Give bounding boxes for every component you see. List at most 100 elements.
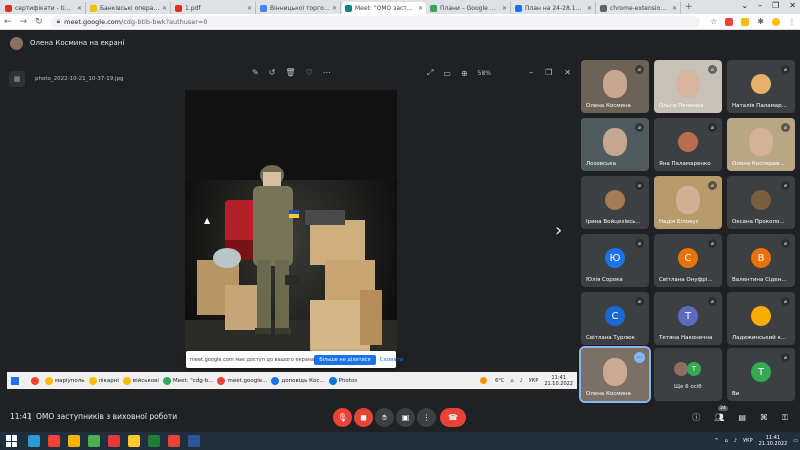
- browser-tab[interactable]: 1.pdf ✕: [172, 2, 256, 14]
- chat-icon[interactable]: ▤: [738, 413, 746, 422]
- mic-off-icon: ⌀: [781, 65, 790, 74]
- extension-icon[interactable]: [741, 17, 750, 26]
- star-icon[interactable]: ☆: [710, 17, 717, 26]
- notifications-icon[interactable]: ▭: [793, 438, 798, 444]
- host-controls-icon[interactable]: ⚿: [782, 413, 788, 423]
- stop-sharing-button[interactable]: Більше не ділитися: [314, 354, 376, 365]
- close-tab-icon[interactable]: ✕: [418, 5, 423, 12]
- participant-tile[interactable]: Надія Біловус ⌀: [654, 176, 722, 229]
- taskbar-app-icon[interactable]: [148, 435, 160, 447]
- address-bar[interactable]: 🔒︎ meet.google.com /cdg-btib-bwk?authuse…: [50, 15, 701, 28]
- zoom-icon[interactable]: ⊕: [461, 69, 468, 78]
- participant-tile[interactable]: Ладижинський к... ⌀: [727, 292, 795, 345]
- participant-tile[interactable]: Т Тетяна Наконечна ⌀: [654, 292, 722, 345]
- participant-tile[interactable]: Лозовська ⌀: [581, 118, 649, 171]
- taskbar-app-icon[interactable]: [68, 435, 80, 447]
- participant-tile[interactable]: В Валентина Сіден... ⌀: [727, 234, 795, 287]
- browser-tab[interactable]: Meet: "ОМО заступн ✕: [342, 2, 426, 14]
- participant-tile[interactable]: Ю Юлія Сорока ⌀: [581, 234, 649, 287]
- system-clock[interactable]: 11:41 21.10.2022: [759, 435, 788, 447]
- extension-icon[interactable]: [725, 17, 734, 26]
- camera-off-button[interactable]: ◼: [354, 408, 373, 427]
- new-tab-button[interactable]: +: [685, 2, 693, 12]
- participant-tile[interactable]: С Світлана Турлюк ⌀: [581, 292, 649, 345]
- taskbar-app-icon[interactable]: [48, 435, 60, 447]
- participant-tile[interactable]: Ольга Печенюк ⌀: [654, 60, 722, 113]
- participant-tile[interactable]: Ірина Войцехівсь... ⌀: [581, 176, 649, 229]
- browser-tab[interactable]: сертифікати - timoshenk✕: [2, 2, 86, 14]
- raise-hand-button[interactable]: ✋︎: [375, 408, 394, 427]
- profile-avatar[interactable]: [772, 17, 780, 26]
- edit-icon[interactable]: ✎: [252, 68, 259, 77]
- taskbar-app-icon[interactable]: [108, 435, 120, 447]
- browser-tab[interactable]: План на 24-28.10.2022 -✕: [512, 2, 596, 14]
- browser-tab[interactable]: Банківські операції ФБС✕: [87, 2, 171, 14]
- participant-tile[interactable]: Олена Космина ⌀: [581, 60, 649, 113]
- gallery-icon[interactable]: ▦: [9, 71, 25, 87]
- participant-tile[interactable]: Олена Косперев... ⌀: [727, 118, 795, 171]
- delete-icon[interactable]: 🗑︎: [285, 68, 295, 77]
- more-options-button[interactable]: ⋮: [417, 408, 436, 427]
- browser-tab[interactable]: chrome-extension://appc✕: [597, 2, 681, 14]
- forward-icon[interactable]: →: [20, 17, 28, 27]
- participant-tile[interactable]: Т Ви ⌀: [727, 348, 795, 401]
- next-photo-icon[interactable]: ›: [555, 220, 562, 241]
- close-tab-icon[interactable]: ✕: [162, 5, 167, 12]
- present-button[interactable]: ▣: [396, 408, 415, 427]
- participant-name: Ви: [732, 391, 740, 397]
- close-tab-icon[interactable]: ✕: [247, 5, 252, 12]
- participant-tile[interactable]: Яна Паламаренко ⌀: [654, 118, 722, 171]
- activities-icon[interactable]: ⌘: [760, 413, 768, 422]
- language-indicator[interactable]: УКР: [743, 438, 753, 444]
- tab-search-icon[interactable]: ⌄: [741, 1, 748, 10]
- chevron-up-icon[interactable]: ^: [714, 438, 718, 444]
- close-icon[interactable]: ✕: [564, 68, 571, 77]
- minimize-icon[interactable]: –: [758, 1, 762, 10]
- taskbar-app-icon[interactable]: [188, 435, 200, 447]
- taskbar-app-icon[interactable]: [28, 435, 40, 447]
- tile-options-icon[interactable]: ⋯: [634, 352, 645, 363]
- people-button[interactable]: 👥︎ 24: [714, 406, 728, 422]
- participant-tile[interactable]: Наталія Паламар... ⌀: [727, 60, 795, 113]
- close-tab-icon[interactable]: ✕: [587, 5, 592, 12]
- taskbar-app-icon[interactable]: [88, 435, 100, 447]
- minimize-icon[interactable]: –: [529, 68, 533, 77]
- taskbar-app-icon[interactable]: [168, 435, 180, 447]
- network-icon[interactable]: ⌂: [725, 438, 728, 444]
- browser-tab[interactable]: Плани – Google Диск ✕: [427, 2, 511, 14]
- close-tab-icon[interactable]: ✕: [502, 5, 507, 12]
- participant-name: Оксана Прокопо...: [732, 219, 785, 225]
- volume-icon[interactable]: ♪: [734, 438, 737, 444]
- reload-icon[interactable]: ↻: [35, 17, 43, 27]
- rotate-icon[interactable]: ↺: [269, 68, 276, 77]
- windows-start-button[interactable]: [6, 435, 18, 447]
- restore-icon[interactable]: ❐: [545, 68, 552, 77]
- fullscreen-icon[interactable]: ⤢: [427, 68, 433, 78]
- participant-tile[interactable]: Т Ще 6 осіб: [654, 348, 722, 401]
- tab-title: Вінницької торговельно: [270, 4, 330, 12]
- app-icon: [328, 376, 337, 385]
- shared-taskbar-label: Meet: "cdg-b...: [172, 377, 214, 384]
- leave-call-button[interactable]: ☎︎: [440, 408, 466, 427]
- menu-icon[interactable]: ⋮: [788, 17, 796, 26]
- participant-tile[interactable]: Олена Космина ⋯: [579, 346, 651, 403]
- mic-off-button[interactable]: 🎙︎: [333, 408, 352, 427]
- close-window-icon[interactable]: ✕: [789, 1, 796, 10]
- browser-tab[interactable]: Вінницької торговельно✕: [257, 2, 341, 14]
- heart-icon[interactable]: ♡: [306, 68, 313, 77]
- info-icon[interactable]: ⓘ: [692, 412, 700, 423]
- puzzle-icon[interactable]: ✱: [757, 17, 764, 26]
- taskbar-app-icon[interactable]: [128, 435, 140, 447]
- slideshow-icon[interactable]: ▭: [443, 69, 451, 78]
- hide-notice-button[interactable]: Сховати: [380, 357, 404, 363]
- back-icon[interactable]: ←: [4, 17, 12, 27]
- participant-tile[interactable]: С Світлана Онуфрі... ⌀: [654, 234, 722, 287]
- close-tab-icon[interactable]: ✕: [77, 5, 82, 12]
- close-tab-icon[interactable]: ✕: [672, 5, 677, 12]
- maximize-icon[interactable]: ❐: [772, 1, 779, 10]
- more-icon[interactable]: ⋯: [323, 68, 331, 77]
- shared-date: 21.10.2022: [544, 380, 573, 387]
- close-tab-icon[interactable]: ✕: [332, 5, 337, 12]
- mic-off-icon: ⌀: [635, 297, 644, 306]
- participant-tile[interactable]: Оксана Прокопо... ⌀: [727, 176, 795, 229]
